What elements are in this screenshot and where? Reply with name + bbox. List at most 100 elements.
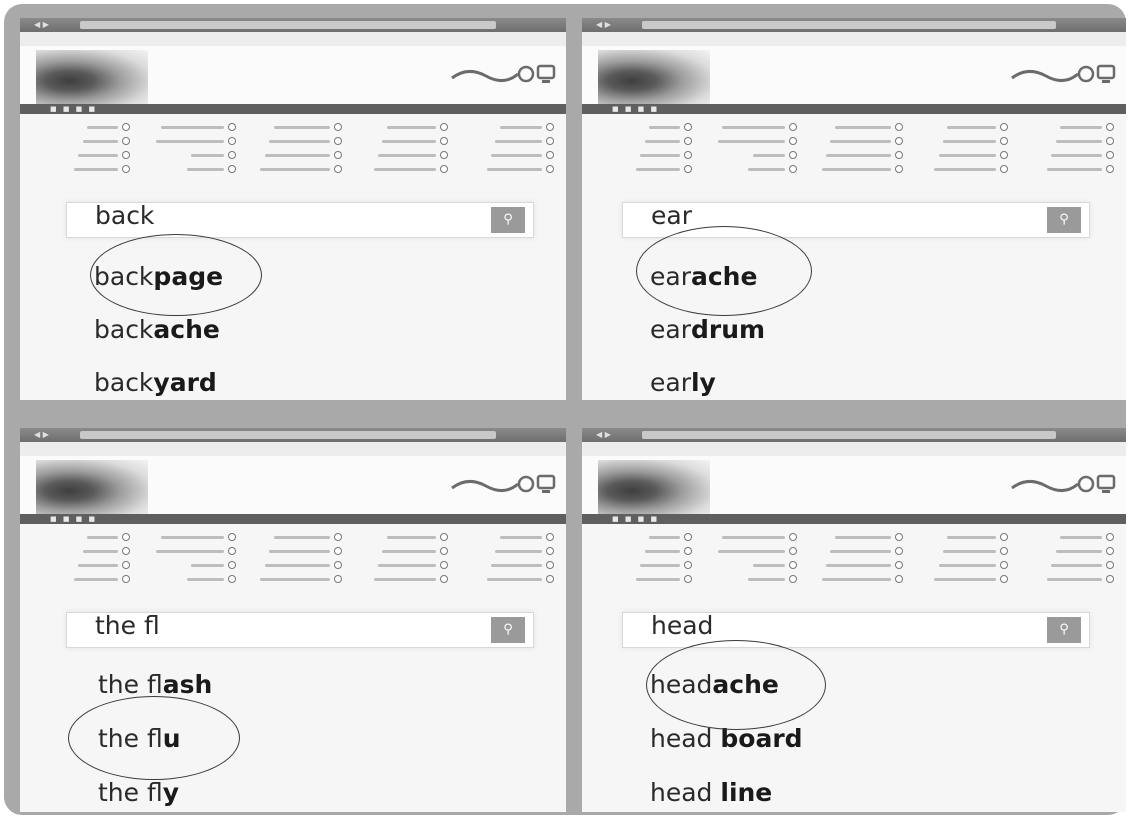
search-box[interactable]: head ⚲ (622, 611, 1090, 648)
category-option[interactable] (710, 544, 798, 558)
radio-icon[interactable] (440, 575, 448, 583)
category-option[interactable] (42, 558, 130, 572)
radio-icon[interactable] (122, 165, 130, 173)
category-option[interactable] (604, 134, 692, 148)
radio-icon[interactable] (440, 165, 448, 173)
category-option[interactable] (710, 558, 798, 572)
category-option[interactable] (148, 558, 236, 572)
radio-icon[interactable] (546, 561, 554, 569)
radio-icon[interactable] (894, 533, 903, 541)
category-option[interactable] (815, 134, 903, 148)
search-button[interactable]: ⚲ (491, 617, 525, 643)
radio-icon[interactable] (334, 151, 342, 159)
search-box[interactable]: the fl ⚲ (66, 611, 534, 648)
radio-icon[interactable] (1105, 151, 1114, 159)
radio-icon[interactable] (334, 123, 342, 131)
search-button[interactable]: ⚲ (1047, 207, 1081, 233)
radio-icon[interactable] (683, 561, 692, 569)
radio-icon[interactable] (334, 533, 342, 541)
category-option[interactable] (710, 572, 798, 586)
radio-icon[interactable] (546, 547, 554, 555)
radio-icon[interactable] (228, 533, 236, 541)
radio-icon[interactable] (440, 151, 448, 159)
suggestion-item[interactable]: head line (650, 778, 772, 808)
category-option[interactable] (254, 530, 342, 544)
category-option[interactable] (148, 544, 236, 558)
radio-icon[interactable] (546, 165, 554, 173)
radio-icon[interactable] (894, 561, 903, 569)
category-option[interactable] (254, 120, 342, 134)
category-option[interactable] (1026, 120, 1114, 134)
radio-icon[interactable] (440, 533, 448, 541)
suggestion-item[interactable]: the flash (98, 670, 212, 700)
category-option[interactable] (1026, 148, 1114, 162)
suggestion-item[interactable]: earache (650, 262, 757, 292)
category-option[interactable] (254, 558, 342, 572)
category-option[interactable] (921, 162, 1009, 176)
radio-icon[interactable] (1105, 547, 1114, 555)
category-option[interactable] (1026, 572, 1114, 586)
category-option[interactable] (604, 572, 692, 586)
suggestion-item[interactable]: headache (650, 670, 779, 700)
category-option[interactable] (360, 162, 448, 176)
radio-icon[interactable] (228, 151, 236, 159)
search-input[interactable]: ear (651, 201, 692, 230)
category-option[interactable] (710, 162, 798, 176)
radio-icon[interactable] (122, 137, 130, 145)
suggestion-item[interactable]: head board (650, 724, 803, 754)
search-button[interactable]: ⚲ (1047, 617, 1081, 643)
category-option[interactable] (42, 530, 130, 544)
radio-icon[interactable] (789, 123, 798, 131)
category-option[interactable] (710, 148, 798, 162)
category-option[interactable] (466, 134, 554, 148)
category-option[interactable] (815, 558, 903, 572)
category-option[interactable] (1026, 530, 1114, 544)
address-bar[interactable] (642, 431, 1056, 439)
radio-icon[interactable] (683, 533, 692, 541)
search-input[interactable]: back (95, 201, 154, 230)
category-option[interactable] (254, 572, 342, 586)
category-option[interactable] (148, 530, 236, 544)
category-option[interactable] (604, 544, 692, 558)
radio-icon[interactable] (894, 137, 903, 145)
radio-icon[interactable] (334, 137, 342, 145)
category-option[interactable] (360, 148, 448, 162)
category-option[interactable] (254, 544, 342, 558)
suggestion-item[interactable]: the fly (98, 778, 179, 808)
radio-icon[interactable] (683, 137, 692, 145)
search-input[interactable]: the fl (95, 611, 160, 640)
address-bar[interactable] (80, 431, 496, 439)
radio-icon[interactable] (228, 547, 236, 555)
category-option[interactable] (710, 134, 798, 148)
category-option[interactable] (815, 530, 903, 544)
category-option[interactable] (1026, 558, 1114, 572)
category-option[interactable] (360, 134, 448, 148)
category-option[interactable] (815, 162, 903, 176)
suggestion-item[interactable]: backache (94, 315, 220, 345)
category-option[interactable] (360, 572, 448, 586)
radio-icon[interactable] (546, 151, 554, 159)
category-option[interactable] (815, 572, 903, 586)
category-option[interactable] (710, 530, 798, 544)
radio-icon[interactable] (789, 137, 798, 145)
radio-icon[interactable] (1000, 575, 1009, 583)
radio-icon[interactable] (122, 575, 130, 583)
category-option[interactable] (921, 558, 1009, 572)
category-option[interactable] (360, 120, 448, 134)
radio-icon[interactable] (1000, 561, 1009, 569)
radio-icon[interactable] (546, 137, 554, 145)
category-option[interactable] (604, 558, 692, 572)
radio-icon[interactable] (1000, 165, 1009, 173)
radio-icon[interactable] (894, 123, 903, 131)
radio-icon[interactable] (1000, 533, 1009, 541)
address-bar[interactable] (642, 21, 1056, 29)
category-option[interactable] (148, 134, 236, 148)
radio-icon[interactable] (122, 533, 130, 541)
nav-buttons[interactable]: ◀ ▶ (34, 431, 64, 439)
radio-icon[interactable] (228, 137, 236, 145)
radio-icon[interactable] (1105, 575, 1114, 583)
radio-icon[interactable] (683, 165, 692, 173)
category-option[interactable] (42, 148, 130, 162)
suggestion-item[interactable]: the flu (98, 724, 181, 754)
radio-icon[interactable] (122, 123, 130, 131)
